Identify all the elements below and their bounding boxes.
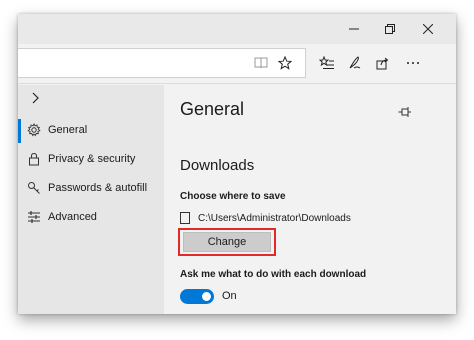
change-button[interactable]: Change bbox=[183, 232, 271, 252]
sidebar-item-advanced[interactable]: Advanced bbox=[18, 204, 164, 230]
restore-button[interactable] bbox=[372, 14, 408, 44]
ask-each-download-label: Ask me what to do with each download bbox=[180, 269, 367, 280]
lock-icon bbox=[29, 152, 39, 166]
star-icon bbox=[278, 56, 292, 70]
close-icon bbox=[423, 24, 433, 34]
sidebar-item-label: Advanced bbox=[48, 211, 97, 223]
toolbar bbox=[18, 44, 456, 84]
ask-download-toggle[interactable] bbox=[180, 288, 214, 304]
sidebar-item-passwords-autofill[interactable]: Passwords & autofill bbox=[18, 175, 164, 201]
downloads-heading: Downloads bbox=[180, 157, 255, 174]
active-indicator bbox=[18, 119, 21, 143]
notes-button[interactable] bbox=[344, 52, 366, 74]
share-icon bbox=[376, 57, 389, 70]
document-icon bbox=[180, 212, 190, 224]
download-path: C:\Users\Administrator\Downloads bbox=[198, 212, 351, 224]
browser-window: General Privacy & security Passwords & a… bbox=[18, 14, 456, 314]
sidebar-item-general[interactable]: General bbox=[18, 117, 164, 143]
more-icon bbox=[407, 62, 419, 64]
close-button[interactable] bbox=[410, 14, 446, 44]
chevron-right-icon[interactable] bbox=[28, 91, 42, 105]
sidebar-item-label: Privacy & security bbox=[48, 153, 136, 165]
choose-location-label: Choose where to save bbox=[180, 191, 286, 202]
page-title: General bbox=[180, 99, 245, 119]
gear-icon bbox=[27, 123, 41, 137]
ask-download-toggle-row: On bbox=[180, 288, 237, 304]
settings-content: General Downloads Choose where to save C… bbox=[164, 85, 456, 314]
favorites-hub-button[interactable] bbox=[316, 52, 338, 74]
restore-icon bbox=[385, 24, 395, 34]
favorite-button[interactable] bbox=[274, 52, 296, 74]
title-bar bbox=[18, 14, 456, 44]
minimize-icon bbox=[349, 28, 359, 30]
pin-icon[interactable] bbox=[398, 105, 412, 119]
key-icon bbox=[28, 182, 40, 194]
download-path-row: C:\Users\Administrator\Downloads bbox=[180, 211, 351, 225]
minimize-button[interactable] bbox=[336, 14, 372, 44]
sidebar-item-label: General bbox=[48, 124, 88, 136]
toggle-knob bbox=[202, 291, 211, 301]
sidebar-item-label: Passwords & autofill bbox=[48, 182, 148, 194]
favorites-list-icon bbox=[319, 56, 334, 69]
reading-view-button[interactable] bbox=[250, 52, 272, 74]
share-button[interactable] bbox=[372, 52, 394, 74]
address-bar[interactable] bbox=[18, 48, 306, 78]
more-button[interactable] bbox=[402, 52, 424, 74]
sliders-icon bbox=[28, 211, 40, 223]
toggle-state-label: On bbox=[222, 290, 237, 302]
book-icon bbox=[254, 57, 268, 69]
pen-icon bbox=[349, 56, 361, 69]
sidebar-item-privacy-security[interactable]: Privacy & security bbox=[18, 146, 164, 172]
settings-sidebar: General Privacy & security Passwords & a… bbox=[18, 85, 164, 314]
